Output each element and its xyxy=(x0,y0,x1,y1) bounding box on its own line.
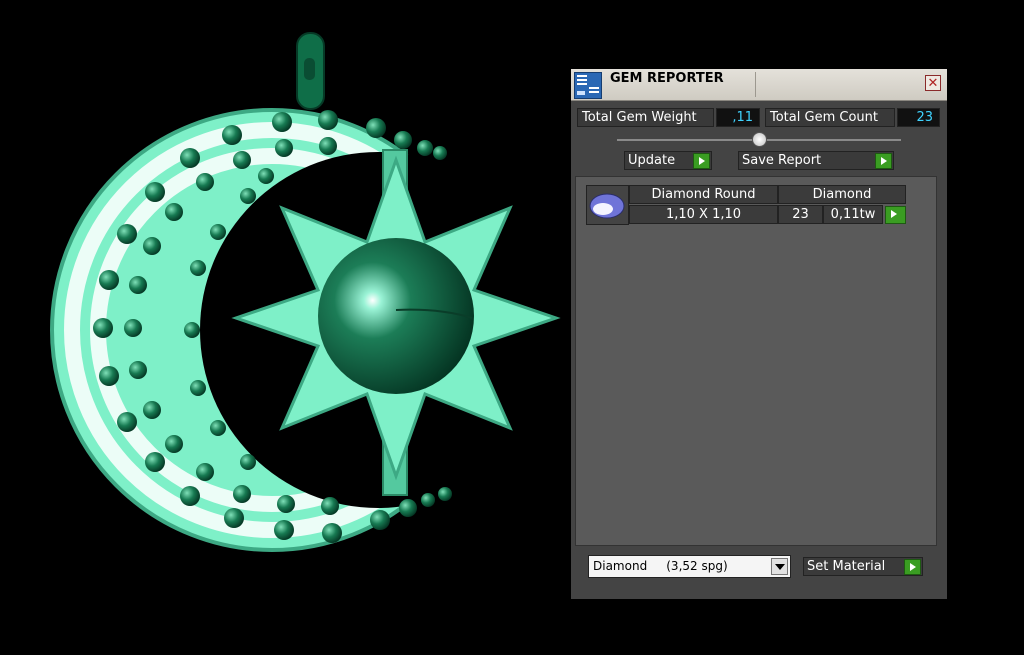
gem-reporter-app-icon xyxy=(574,72,602,99)
chevron-down-icon[interactable] xyxy=(771,558,788,575)
total-gem-weight-value: ,11 xyxy=(716,108,760,127)
play-arrow-icon[interactable] xyxy=(885,206,906,224)
material-dropdown[interactable]: Diamond (3,52 spg) xyxy=(588,555,791,578)
title-bar[interactable]: GEM REPORTER ✕ xyxy=(571,69,947,101)
gem-list[interactable]: Diamond Round Diamond 1,10 X 1,10 23 0,1… xyxy=(575,176,937,546)
play-arrow-icon[interactable] xyxy=(693,153,710,169)
total-gem-weight-label: Total Gem Weight xyxy=(577,108,714,127)
set-material-button-label: Set Material xyxy=(807,559,886,574)
material-dropdown-value: Diamond (3,52 spg) xyxy=(593,559,728,573)
panel-title: GEM REPORTER xyxy=(610,71,724,86)
close-button[interactable]: ✕ xyxy=(925,75,941,91)
total-gem-count-value: 23 xyxy=(897,108,940,127)
diamond-round-gem-icon xyxy=(586,185,629,225)
center-gem-sphere xyxy=(318,238,474,394)
save-report-button[interactable]: Save Report xyxy=(738,151,894,170)
title-separator xyxy=(755,72,756,97)
gem-count-cell: 23 xyxy=(778,205,823,224)
play-arrow-icon[interactable] xyxy=(904,559,921,575)
gem-weight-cell: 0,11tw xyxy=(823,205,883,224)
gem-size-cell: 1,10 X 1,10 xyxy=(629,205,778,224)
update-button-label: Update xyxy=(628,153,676,168)
3d-viewport[interactable] xyxy=(0,0,570,651)
slider-thumb[interactable] xyxy=(752,132,767,147)
total-gem-count-label: Total Gem Count xyxy=(765,108,895,127)
gem-reporter-panel: GEM REPORTER ✕ Total Gem Weight ,11 Tota… xyxy=(571,69,947,599)
play-arrow-icon[interactable] xyxy=(875,153,892,169)
gem-material-cell: Diamond xyxy=(778,185,906,204)
save-report-button-label: Save Report xyxy=(742,153,822,168)
set-material-button[interactable]: Set Material xyxy=(803,557,923,576)
update-button[interactable]: Update xyxy=(624,151,712,170)
gem-name-cell: Diamond Round xyxy=(629,185,778,204)
